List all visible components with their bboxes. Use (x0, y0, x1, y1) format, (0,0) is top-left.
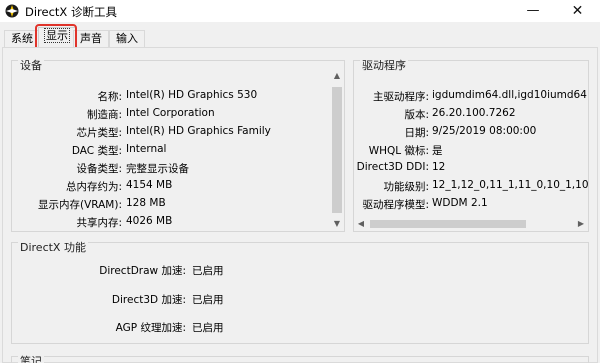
window-title: DirectX 诊断工具 (25, 5, 117, 19)
scroll-thumb[interactable] (370, 220, 526, 228)
tab-strip: 系统 显示 声音 输入 (0, 22, 600, 49)
device-name-value: Intel(R) HD Graphics 530 (126, 89, 258, 101)
title-bar: DirectX 诊断工具 — ✕ (0, 0, 600, 22)
scroll-right-icon[interactable]: ▶ (574, 217, 588, 231)
whql-value: 是 (432, 145, 443, 157)
d3d-ddi-label: Direct3D DDI: (356, 161, 429, 173)
feature-levels-value: 12_1,12_0,11_1,11_0,10_1,10_0,9_3,9_2 (432, 179, 588, 191)
close-button[interactable]: ✕ (555, 0, 600, 22)
driver-model-label: 驱动程序模型: (362, 199, 429, 211)
device-name-label: 名称: (97, 91, 122, 103)
dac-type-value: Internal (126, 143, 167, 155)
version-label: 版本: (404, 109, 429, 121)
feature-levels-label: 功能级别: (383, 181, 429, 193)
vram-value: 128 MB (126, 197, 166, 209)
directdraw-accel-value: 已启用 (192, 265, 224, 277)
agp-accel-value: 已启用 (192, 322, 224, 334)
manufacturer-value: Intel Corporation (126, 107, 215, 119)
shared-memory-label: 共享内存: (76, 217, 122, 229)
date-label: 日期: (404, 127, 429, 139)
directx-app-icon (5, 4, 19, 18)
device-vertical-scrollbar[interactable]: ▲ ▼ (330, 69, 344, 231)
whql-label: WHQL 徽标: (368, 145, 429, 157)
close-icon: ✕ (571, 3, 584, 19)
scroll-down-icon[interactable]: ▼ (330, 217, 344, 231)
scroll-thumb[interactable] (332, 87, 342, 213)
chip-type-value: Intel(R) HD Graphics Family (126, 125, 271, 137)
shared-memory-value: 4026 MB (126, 215, 173, 227)
tab-input[interactable]: 输入 (109, 30, 145, 48)
chip-type-label: 芯片类型: (76, 127, 122, 139)
driver-model-value: WDDM 2.1 (432, 197, 488, 209)
dac-type-label: DAC 类型: (71, 145, 122, 157)
notes-title: 笔记 (18, 356, 44, 363)
driver-list[interactable]: 主驱动程序: igdumdim64.dll,igd10iumd64.dll,ig… (354, 61, 588, 215)
tab-label: 声音 (80, 32, 102, 45)
directdraw-accel-label: DirectDraw 加速: (99, 265, 186, 277)
device-group: 设备 名称: Intel(R) HD Graphics 530 制造商: Int… (11, 60, 345, 232)
display-tab-panel: 设备 名称: Intel(R) HD Graphics 530 制造商: Int… (2, 47, 598, 363)
driver-horizontal-scrollbar[interactable]: ◀ ▶ (354, 217, 588, 231)
directx-features-title: DirectX 功能 (18, 241, 88, 254)
direct3d-accel-label: Direct3D 加速: (111, 294, 186, 306)
vram-label: 显示内存(VRAM): (37, 199, 122, 211)
device-type-label: 设备类型: (76, 163, 122, 175)
manufacturer-label: 制造商: (86, 109, 122, 121)
device-list[interactable]: 名称: Intel(R) HD Graphics 530 制造商: Intel … (12, 61, 330, 231)
minimize-icon: — (526, 3, 540, 18)
device-type-value: 完整显示设备 (126, 163, 189, 175)
d3d-ddi-value: 12 (432, 161, 446, 173)
version-value: 26.20.100.7262 (432, 107, 516, 119)
total-memory-value: 4154 MB (126, 179, 173, 191)
minimize-button[interactable]: — (510, 0, 556, 22)
main-driver-label: 主驱动程序: (372, 91, 429, 103)
main-driver-value: igdumdim64.dll,igd10iumd64.dll,igd1 (432, 89, 588, 101)
tab-label: 系统 (11, 32, 33, 45)
direct3d-accel-value: 已启用 (192, 294, 224, 306)
scroll-left-icon[interactable]: ◀ (354, 217, 368, 231)
agp-accel-label: AGP 纹理加速: (115, 322, 186, 334)
directx-features-group: DirectX 功能 DirectDraw 加速: 已启用 Direct3D 加… (11, 242, 589, 344)
driver-group: 驱动程序 主驱动程序: igdumdim64.dll,igd10iumd64.d… (353, 60, 589, 232)
tab-label: 输入 (116, 32, 138, 45)
scroll-up-icon[interactable]: ▲ (330, 69, 344, 83)
date-value: 9/25/2019 08:00:00 (432, 125, 537, 137)
tab-sound[interactable]: 声音 (73, 30, 109, 48)
total-memory-label: 总内存约为: (65, 181, 122, 193)
notes-group: 笔记 (11, 356, 589, 363)
